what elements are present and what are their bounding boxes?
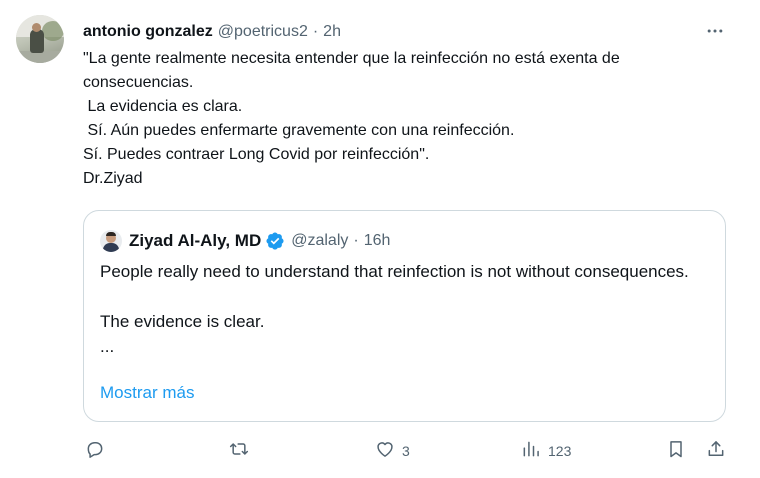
bookmark-button[interactable]	[666, 436, 686, 466]
author-avatar[interactable]	[16, 15, 64, 63]
quoted-author-name[interactable]: Ziyad Al-Aly, MD	[129, 231, 261, 251]
heart-icon	[375, 439, 395, 464]
action-bar: 3 123	[0, 436, 760, 466]
separator-dot: ·	[353, 232, 359, 249]
retweet-icon	[229, 439, 249, 464]
show-more-link[interactable]: Mostrar más	[100, 383, 194, 403]
share-button[interactable]	[706, 436, 726, 466]
tweet-header: antonio gonzalez @poetricus2 · 2h	[83, 21, 341, 43]
views-chart-icon	[521, 439, 541, 464]
tweet[interactable]: antonio gonzalez @poetricus2 · 2h "La ge…	[0, 0, 760, 478]
views-button[interactable]: 123	[521, 436, 571, 466]
tweet-text: "La gente realmente necesita entender qu…	[83, 50, 620, 187]
like-count: 3	[402, 443, 410, 459]
bookmark-icon	[666, 439, 686, 464]
views-count: 123	[548, 443, 572, 459]
quoted-author-handle[interactable]: @zalaly	[291, 232, 348, 250]
quoted-tweet-text: People really need to understand that re…	[100, 262, 689, 356]
quoted-tweet-time[interactable]: 16h	[364, 232, 391, 250]
share-icon	[706, 439, 726, 464]
author-name[interactable]: antonio gonzalez	[83, 23, 213, 41]
author-handle[interactable]: @poetricus2	[218, 23, 308, 41]
quoted-tweet-header: Ziyad Al-Aly, MD @zalaly · 16h	[100, 228, 390, 254]
quoted-author-avatar[interactable]	[100, 230, 122, 252]
tweet-time[interactable]: 2h	[323, 23, 341, 41]
quoted-tweet[interactable]: Ziyad Al-Aly, MD @zalaly · 16h People re…	[83, 210, 726, 422]
more-horizontal-icon[interactable]	[702, 18, 728, 44]
like-button[interactable]: 3	[375, 436, 410, 466]
separator-dot: ·	[312, 23, 319, 40]
verified-badge-icon	[265, 231, 285, 251]
reply-button[interactable]	[85, 436, 105, 466]
retweet-button[interactable]	[229, 436, 249, 466]
reply-icon	[85, 439, 105, 464]
